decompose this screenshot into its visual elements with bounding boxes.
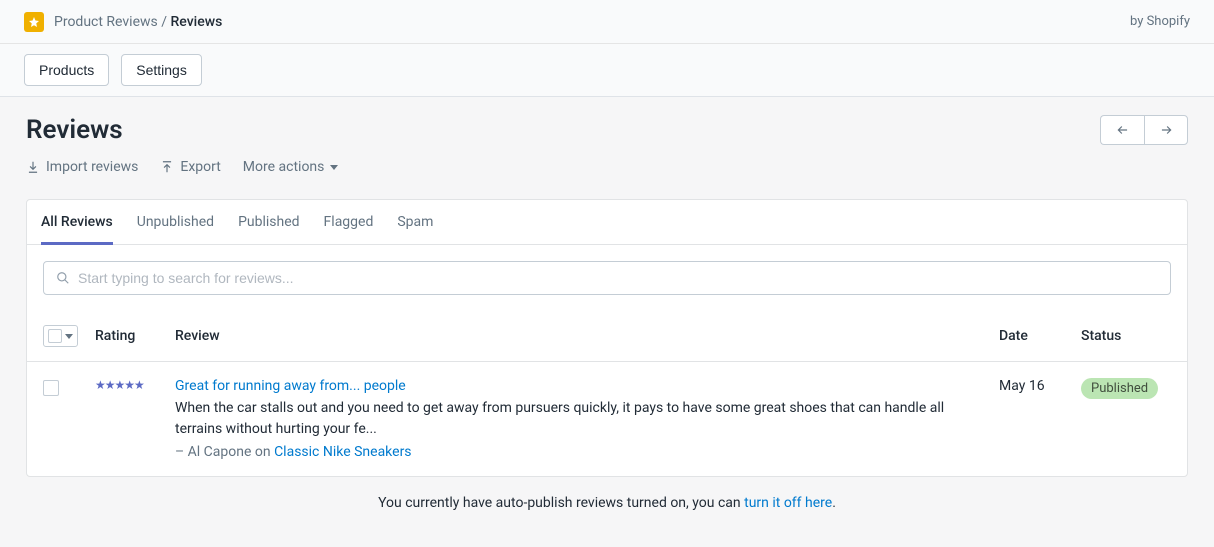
tabs: All Reviews Unpublished Published Flagge… — [27, 200, 1187, 245]
table-header: Rating Review Date Status — [27, 311, 1187, 362]
page-title: Reviews — [26, 115, 123, 145]
more-actions-dropdown[interactable]: More actions — [243, 159, 339, 175]
col-rating-header: Rating — [95, 328, 163, 344]
chevron-down-icon — [65, 334, 73, 339]
download-icon — [26, 160, 40, 174]
review-body: When the car stalls out and you need to … — [175, 398, 987, 440]
export-label: Export — [180, 159, 220, 175]
select-all-dropdown[interactable] — [43, 325, 78, 347]
col-date-header: Date — [999, 328, 1069, 344]
turn-off-autopublish-link[interactable]: turn it off here — [744, 495, 832, 511]
review-title-link[interactable]: Great for running away from... people — [175, 378, 406, 394]
breadcrumb-app[interactable]: Product Reviews — [54, 14, 158, 30]
breadcrumb: Product Reviews / Reviews — [54, 14, 222, 30]
next-page-button[interactable] — [1144, 115, 1188, 145]
status-badge: Published — [1081, 378, 1158, 399]
app-star-icon — [24, 12, 44, 32]
arrow-left-icon — [1114, 123, 1132, 137]
more-actions-label: More actions — [243, 159, 325, 175]
search-box[interactable] — [43, 261, 1171, 295]
table-row: ★★★★★ Great for running away from... peo… — [27, 362, 1187, 476]
arrow-right-icon — [1157, 123, 1175, 137]
breadcrumb-current: Reviews — [170, 14, 222, 30]
top-bar: Product Reviews / Reviews by Shopify — [0, 0, 1214, 44]
review-date: May 16 — [999, 378, 1069, 394]
col-review-header: Review — [175, 328, 987, 344]
review-meta: – Al Capone on Classic Nike Sneakers — [175, 444, 987, 460]
tab-all-reviews[interactable]: All Reviews — [41, 200, 113, 245]
prev-page-button[interactable] — [1100, 115, 1144, 145]
tab-published[interactable]: Published — [238, 200, 299, 244]
chevron-down-icon — [330, 165, 338, 170]
footer-text: You currently have auto-publish reviews … — [378, 495, 744, 511]
tab-spam[interactable]: Spam — [397, 200, 433, 244]
rating-stars: ★★★★★ — [95, 378, 163, 392]
search-icon — [56, 271, 70, 285]
export-button[interactable]: Export — [160, 159, 220, 175]
pager — [1100, 115, 1188, 145]
import-reviews-button[interactable]: Import reviews — [26, 159, 138, 175]
select-all-checkbox[interactable] — [48, 329, 62, 343]
review-product-link[interactable]: Classic Nike Sneakers — [274, 444, 411, 460]
col-status-header: Status — [1081, 328, 1171, 344]
actions-row: Import reviews Export More actions — [26, 159, 1188, 175]
reviews-card: All Reviews Unpublished Published Flagge… — [26, 199, 1188, 477]
search-input[interactable] — [78, 270, 1158, 286]
upload-icon — [160, 160, 174, 174]
nav-bar: Products Settings — [0, 44, 1214, 97]
by-line: by Shopify — [1130, 14, 1190, 29]
tab-unpublished[interactable]: Unpublished — [137, 200, 214, 244]
import-label: Import reviews — [46, 159, 138, 175]
products-button[interactable]: Products — [24, 54, 109, 86]
settings-button[interactable]: Settings — [121, 54, 202, 86]
footer-note: You currently have auto-publish reviews … — [26, 477, 1188, 529]
row-checkbox[interactable] — [43, 380, 59, 396]
review-author: – Al Capone on — [175, 444, 274, 460]
tab-flagged[interactable]: Flagged — [324, 200, 374, 244]
